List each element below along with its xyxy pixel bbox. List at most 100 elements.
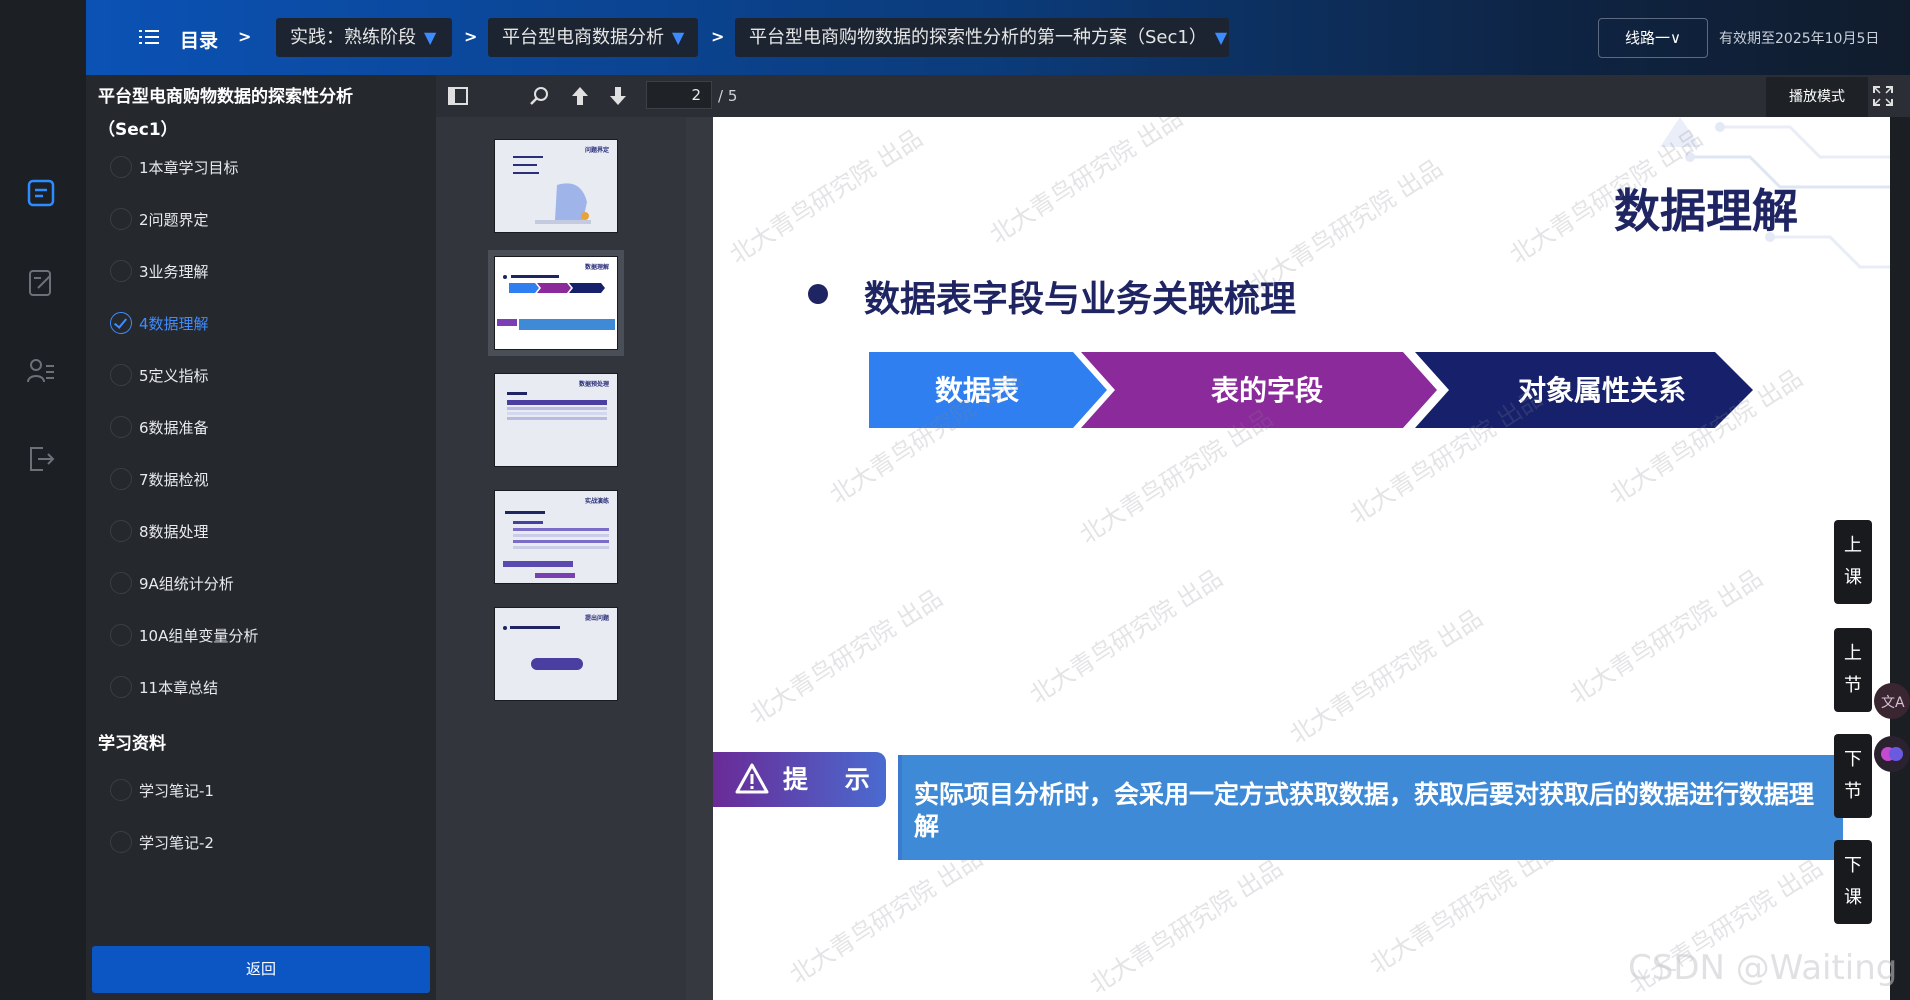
document-icon[interactable] <box>26 178 56 208</box>
watermark-text: 北大青鸟研究院 出品 <box>1564 563 1768 710</box>
button-char: 上 <box>1844 535 1862 556</box>
chapter-item[interactable]: 6数据准备 <box>110 412 209 442</box>
menu-icon[interactable] <box>139 27 159 47</box>
next-lesson-button[interactable]: 下课 <box>1834 840 1872 924</box>
check-circle-icon <box>110 572 132 594</box>
check-circle-icon <box>110 676 132 698</box>
next-section-button[interactable]: 下节 <box>1834 734 1872 818</box>
chapter-item-label: 2问题界定 <box>139 210 209 229</box>
viewer-gutter <box>686 117 713 1000</box>
button-char: 上 <box>1844 643 1862 664</box>
slide-page: 数据理解 数据表字段与业务关联梳理 数据表 表的字段 对象属性关系 北大青鸟研究… <box>713 117 1890 1000</box>
page-thumbnail[interactable]: 提出问题 <box>494 607 618 701</box>
sidebar-toggle-icon[interactable] <box>446 84 470 108</box>
resource-item[interactable]: 学习笔记-1 <box>110 775 214 805</box>
chapter-item-label: 11本章总结 <box>139 678 219 697</box>
page-thumbnail[interactable]: 数据预处理 <box>494 373 618 467</box>
edit-note-icon[interactable] <box>26 268 56 298</box>
fullscreen-icon[interactable] <box>1872 85 1894 107</box>
slide-title: 数据理解 <box>1614 184 1798 238</box>
breadcrumb-course[interactable]: 平台型电商数据分析 ▼ <box>488 18 698 57</box>
chapter-item-label: 7数据检视 <box>139 470 209 489</box>
dropdown-caret-icon: ▼ <box>672 28 685 47</box>
chapter-item[interactable]: 3业务理解 <box>110 256 209 286</box>
button-char: 课 <box>1844 567 1862 588</box>
page-number-input[interactable]: 2 <box>646 81 712 109</box>
pdf-toolbar: 2 / 5 播放模式 <box>436 75 1910 117</box>
chapter-item-label: 9A组统计分析 <box>139 574 234 593</box>
chapter-item-label: 5定义指标 <box>139 366 209 385</box>
chapter-item-label: 6数据准备 <box>139 418 209 437</box>
chapter-item[interactable]: 2问题界定 <box>110 204 209 234</box>
process-step-label: 表的字段 <box>1211 374 1323 407</box>
chapter-item[interactable]: 7数据检视 <box>110 464 209 494</box>
tip-text: 实际项目分析时，会采用一定方式获取数据，获取后要对获取后的数据进行数据理解 <box>914 780 1815 841</box>
chapter-item[interactable]: 9A组统计分析 <box>110 568 234 598</box>
check-circle-icon <box>110 208 132 230</box>
chapter-item[interactable]: 10A组单变量分析 <box>110 620 258 650</box>
chapter-item[interactable]: 8数据处理 <box>110 516 209 546</box>
slide-bullet: 数据表字段与业务关联梳理 <box>864 279 1297 320</box>
chapter-panel-title: 平台型电商购物数据的探索性分析（Sec1） <box>98 87 353 140</box>
check-circle-icon <box>110 779 132 801</box>
check-circle-icon <box>110 260 132 282</box>
check-circle-icon <box>110 624 132 646</box>
translate-icon[interactable]: 文A <box>1874 683 1910 719</box>
process-step-3: 对象属性关系 <box>1415 352 1753 428</box>
page-thumbnail-selected[interactable]: 数据理解 <box>488 250 624 356</box>
ai-brain-icon[interactable] <box>1874 736 1910 772</box>
dropdown-caret-icon: ▼ <box>424 28 437 47</box>
resource-item-label: 学习笔记-2 <box>139 833 214 852</box>
resource-item-label: 学习笔记-1 <box>139 781 214 800</box>
svg-text:文A: 文A <box>1881 695 1905 711</box>
watermark-text: 北大青鸟研究院 出品 <box>744 583 948 730</box>
resource-item[interactable]: 学习笔记-2 <box>110 827 214 857</box>
chapter-item-label: 8数据处理 <box>139 522 209 541</box>
watermark-text: 北大青鸟研究院 出品 <box>784 843 988 990</box>
warning-icon <box>735 763 769 795</box>
chapter-item[interactable]: 5定义指标 <box>110 360 209 390</box>
check-circle-icon <box>110 364 132 386</box>
button-char: 下 <box>1844 855 1862 876</box>
catalog-label[interactable]: 目录 <box>180 26 218 53</box>
tip-box: 实际项目分析时，会采用一定方式获取数据，获取后要对获取后的数据进行数据理解 <box>898 755 1843 860</box>
breadcrumb-stage[interactable]: 实践：熟练阶段 ▼ <box>276 18 452 57</box>
breadcrumb-separator: > <box>711 27 725 46</box>
check-circle-icon <box>110 831 132 853</box>
process-step-label: 对象属性关系 <box>1518 374 1686 407</box>
chapter-item-label: 1本章学习目标 <box>139 158 239 177</box>
process-step-label: 数据表 <box>935 374 1019 407</box>
next-page-icon[interactable] <box>606 84 630 108</box>
breadcrumb-section[interactable]: 平台型电商购物数据的探索性分析的第一种方案（Sec1） ▼ <box>735 18 1229 57</box>
route-select-button[interactable]: 线路一∨ <box>1598 18 1708 58</box>
thumbnail-column: 问题界定 数据理解 数据预处理 实战演练 提出问题 <box>436 117 686 1000</box>
prev-lesson-button[interactable]: 上课 <box>1834 520 1872 604</box>
back-button[interactable]: 返回 <box>92 946 430 993</box>
button-char: 下 <box>1844 749 1862 770</box>
exit-icon[interactable] <box>26 444 56 474</box>
search-icon[interactable] <box>528 84 552 108</box>
chapter-item[interactable]: 11本章总结 <box>110 672 218 702</box>
resources-title: 学习资料 <box>98 734 166 754</box>
button-char: 课 <box>1844 887 1862 908</box>
check-circle-icon <box>110 468 132 490</box>
page-thumbnail[interactable]: 实战演练 <box>494 490 618 584</box>
chapter-item[interactable]: 1本章学习目标 <box>110 152 239 182</box>
previous-page-icon[interactable] <box>568 84 592 108</box>
process-arrows: 数据表 表的字段 对象属性关系 <box>867 352 1753 428</box>
chapter-item-label: 4数据理解 <box>139 314 209 333</box>
play-mode-button[interactable]: 播放模式 <box>1766 77 1868 117</box>
watermark-text: 北大青鸟研究院 出品 <box>724 123 928 270</box>
breadcrumb-separator: > <box>464 27 478 46</box>
prev-section-button[interactable]: 上节 <box>1834 628 1872 712</box>
chapter-item-active[interactable]: 4数据理解 <box>110 308 209 338</box>
dropdown-caret-icon: ▼ <box>1214 28 1228 47</box>
button-char: 节 <box>1844 781 1862 802</box>
bullet-icon <box>808 284 828 304</box>
page-thumbnail[interactable]: 问题界定 <box>494 139 618 233</box>
top-header: 目录 > 实践：熟练阶段 ▼ > 平台型电商数据分析 ▼ > 平台型电商购物数据的探… <box>86 0 1910 75</box>
breadcrumb-course-label: 平台型电商数据分析 <box>502 27 664 48</box>
users-icon[interactable] <box>26 356 56 386</box>
check-circle-icon <box>110 416 132 438</box>
page-total: / 5 <box>718 87 738 105</box>
